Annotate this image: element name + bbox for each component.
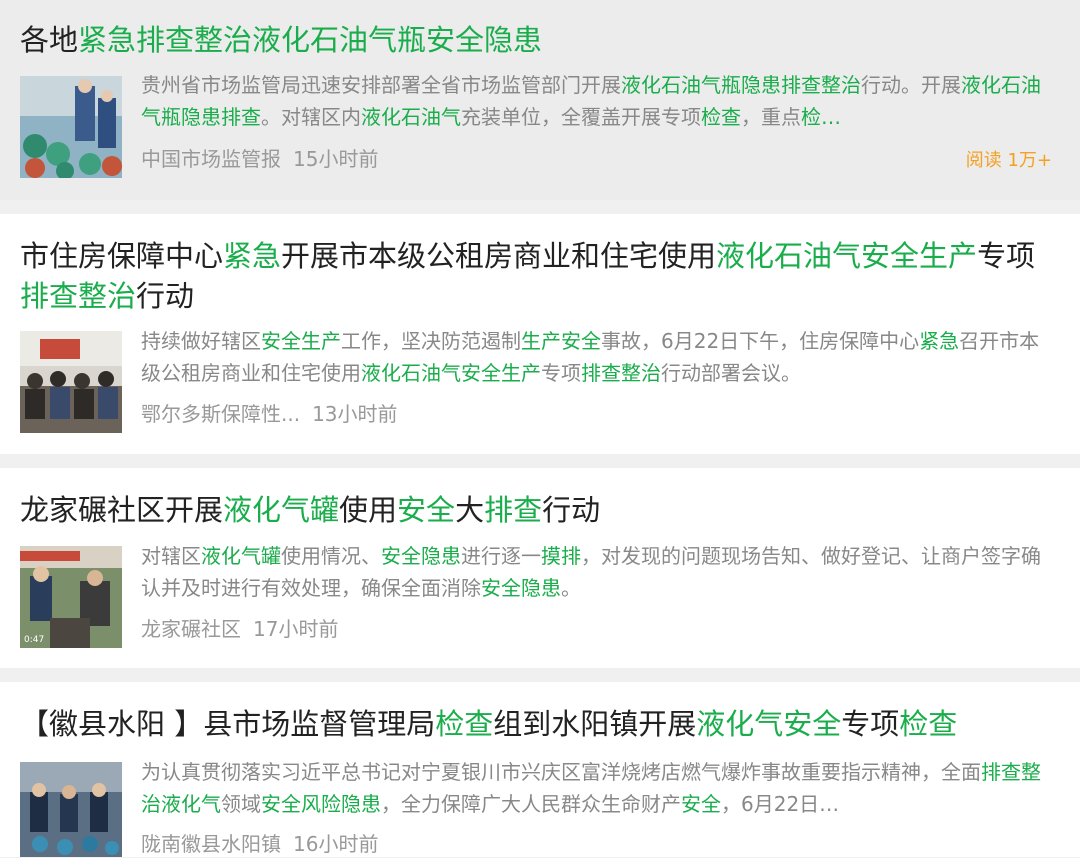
text-segment: 贵州省市场监管局迅速安排部署全省市场监管部门开展 (141, 73, 621, 97)
keyword-highlight: 紧急 (919, 329, 960, 353)
news-meta: 龙家碾社区 17小时前 (141, 615, 338, 643)
text-segment: 开展市本级公租房商业和住宅使用 (281, 239, 717, 273)
news-source: 鄂尔多斯保障性... (141, 402, 301, 426)
text-segment: 。 (561, 576, 581, 600)
news-meta: 中国市场监管报 15小时前 (141, 145, 378, 173)
keyword-highlight: 检查 (899, 707, 958, 741)
news-time: 15小时前 (293, 147, 379, 171)
news-meta: 鄂尔多斯保障性... 13小时前 (141, 400, 398, 428)
keyword-highlight: 安全隐患 (381, 544, 461, 568)
keyword-highlight: 安全 (681, 792, 721, 816)
text-segment: 进行逐一 (461, 544, 541, 568)
text-segment: 专项 (541, 361, 581, 385)
news-title[interactable]: 各地紧急排查整治液化石油气瓶安全隐患 (20, 20, 1040, 60)
news-item[interactable]: 【徽县水阳 】县市场监督管理局检查组到水阳镇开展液化气安全专项检查 为认真贯彻落… (0, 682, 1080, 857)
text-segment: 事故，6月22日下午，住房保障中心 (601, 329, 920, 353)
keyword-highlight: 液化石油气 (361, 105, 461, 129)
news-thumbnail[interactable] (20, 76, 122, 178)
news-snippet: 为认真贯彻落实习近平总书记对宁夏银川市兴庆区富洋烧烤店燃气爆炸事故重要指示精神，… (141, 756, 1046, 820)
keyword-highlight: 摸排 (541, 544, 581, 568)
keyword-highlight: 液化气罐 (201, 544, 281, 568)
svg-text:0:47: 0:47 (24, 635, 44, 645)
keyword-highlight: 安全 (397, 493, 456, 527)
text-segment: ，重点 (741, 105, 801, 129)
keyword-highlight: 排查整治 (20, 279, 137, 313)
news-snippet: 持续做好辖区安全生产工作，坚决防范遏制生产安全事故，6月22日下午，住房保障中心… (141, 325, 1046, 389)
keyword-highlight: 液化气罐 (223, 493, 340, 527)
news-snippet: 贵州省市场监管局迅速安排部署全省市场监管部门开展液化石油气瓶隐患排查整治行动。开… (141, 69, 1046, 133)
keyword-highlight: 生产安全 (521, 329, 601, 353)
news-source: 陇南徽县水阳镇 (141, 832, 281, 856)
news-item[interactable]: 各地紧急排查整治液化石油气瓶安全隐患 贵州省市场监管局迅速安排部署全省市场监管部… (0, 0, 1080, 200)
news-item[interactable]: 龙家碾社区开展液化气罐使用安全大排查行动 0:47 对辖区液化气罐使用情况、安全… (0, 468, 1080, 668)
news-snippet: 对辖区液化气罐使用情况、安全隐患进行逐一摸排，对发现的问题现场告知、做好登记、让… (141, 540, 1046, 604)
text-segment: 工作，坚决防范遏制 (341, 329, 521, 353)
text-segment: 专项 (977, 239, 1036, 273)
keyword-highlight: 安全风险隐患 (261, 792, 381, 816)
news-source: 龙家碾社区 (141, 617, 241, 641)
keyword-highlight: 液化石油气安全生产 (716, 239, 978, 273)
keyword-highlight: 液化气安全 (696, 707, 842, 741)
text-segment: 持续做好辖区 (141, 329, 261, 353)
text-segment: 大 (455, 493, 485, 527)
keyword-highlight: 液化石油气瓶隐患排查整治 (621, 73, 861, 97)
text-segment: 为认真贯彻落实习近平总书记对宁夏银川市兴庆区富洋烧烤店燃气爆炸事故重要指示精神，… (141, 760, 981, 784)
keyword-highlight: 排查整治 (581, 361, 661, 385)
text-segment: 【徽县水阳 】县市场监督管理局 (20, 707, 436, 741)
keyword-highlight: 安全隐患 (481, 576, 561, 600)
text-segment: ，全力保障广大人民群众生命财产 (381, 792, 681, 816)
text-segment: 。对辖区内 (261, 105, 361, 129)
text-segment: ，6月22日… (721, 792, 840, 816)
text-segment: 充装单位，全覆盖开展专项 (461, 105, 701, 129)
text-segment: 使用 (339, 493, 398, 527)
news-title[interactable]: 【徽县水阳 】县市场监督管理局检查组到水阳镇开展液化气安全专项检查 (20, 704, 1040, 744)
text-segment: 行动。开展 (861, 73, 961, 97)
news-time: 16小时前 (293, 832, 379, 856)
keyword-highlight: 排查 (484, 493, 543, 527)
read-count: 阅读 1万+ (965, 150, 1052, 171)
text-segment: 市住房保障中心 (20, 239, 224, 273)
news-item[interactable]: 市住房保障中心紧急开展市本级公租房商业和住宅使用液化石油气安全生产专项排查整治行… (0, 214, 1080, 454)
text-segment: 对辖区 (141, 544, 201, 568)
keyword-highlight: 检查 (435, 707, 494, 741)
news-time: 17小时前 (253, 617, 339, 641)
keyword-highlight: 液化石油气安全生产 (361, 361, 541, 385)
keyword-highlight: 安全生产 (261, 329, 341, 353)
text-segment: 行动部署会议。 (661, 361, 801, 385)
text-segment: 各地 (20, 23, 79, 57)
keyword-highlight: 紧急 (223, 239, 282, 273)
text-segment: 行动 (542, 493, 601, 527)
keyword-highlight: 检查 (701, 105, 741, 129)
news-time: 13小时前 (312, 402, 398, 426)
text-segment: 专项 (841, 707, 900, 741)
news-title[interactable]: 龙家碾社区开展液化气罐使用安全大排查行动 (20, 490, 1040, 530)
news-thumbnail[interactable]: 0:47 (20, 546, 122, 648)
keyword-highlight: 紧急排查整治液化石油气瓶安全隐患 (78, 23, 543, 57)
text-segment: 使用情况、 (281, 544, 381, 568)
news-thumbnail[interactable] (20, 331, 122, 433)
news-meta: 陇南徽县水阳镇 16小时前 (141, 830, 378, 858)
text-segment: 行动 (136, 279, 195, 313)
keyword-highlight: 检… (801, 105, 841, 129)
text-segment: 龙家碾社区开展 (20, 493, 224, 527)
news-thumbnail[interactable] (20, 762, 122, 857)
news-title[interactable]: 市住房保障中心紧急开展市本级公租房商业和住宅使用液化石油气安全生产专项排查整治行… (20, 236, 1040, 316)
text-segment: 组到水阳镇开展 (493, 707, 697, 741)
news-source: 中国市场监管报 (141, 147, 281, 171)
text-segment: 领域 (221, 792, 261, 816)
